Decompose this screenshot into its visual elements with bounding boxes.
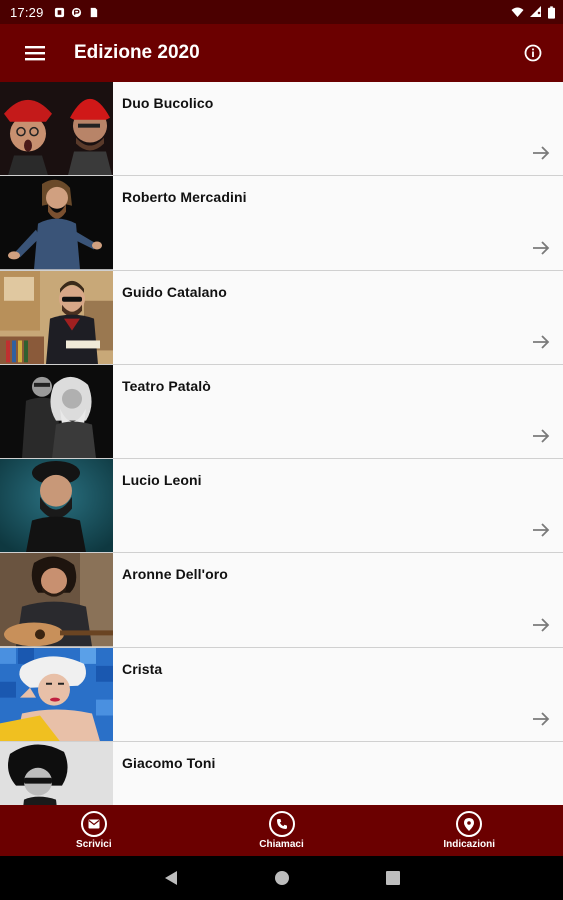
bottom-nav: Scrivici Chiamaci Indicazioni <box>0 805 563 856</box>
status-time: 17:29 <box>10 4 44 20</box>
arrow-right-icon <box>533 618 550 632</box>
recents-icon[interactable] <box>385 871 400 885</box>
arrow-right-icon <box>533 429 550 443</box>
list-item-body: Guido Catalano <box>113 271 563 364</box>
photo-roberto-mercadini <box>0 176 113 270</box>
list-item[interactable]: Lucio Leoni <box>0 459 563 554</box>
app-icon <box>71 7 81 17</box>
menu-button[interactable] <box>0 24 70 82</box>
info-icon <box>524 44 542 62</box>
list-item-body: Lucio Leoni <box>113 459 563 552</box>
arrow-right-icon <box>533 335 550 349</box>
artist-name: Crista <box>122 660 163 677</box>
wifi-icon <box>511 7 524 17</box>
list-item[interactable]: Aronne Dell'oro <box>0 553 563 648</box>
artist-name: Guido Catalano <box>122 283 227 300</box>
hamburger-menu-icon <box>25 46 45 61</box>
photo-duo-bucolico <box>0 82 113 176</box>
list-item[interactable]: Teatro Patalò <box>0 364 563 460</box>
status-left: 17:29 <box>10 5 99 20</box>
nav-label: Indicazioni <box>443 839 496 850</box>
list-item-body: Teatro Patalò <box>113 365 563 458</box>
photo-lucio-leoni <box>0 459 113 553</box>
status-bar: 17:29 <box>0 0 563 24</box>
nav-chiamaci[interactable]: Chiamaci <box>188 805 376 856</box>
list-item[interactable]: Duo Bucolico <box>0 82 563 177</box>
photo-crista <box>0 647 113 742</box>
list-item[interactable]: Giacomo Toni <box>0 742 563 805</box>
arrow-right-icon <box>533 146 550 160</box>
sim-icon <box>90 7 97 17</box>
list-item[interactable]: Roberto Mercadini <box>0 176 563 271</box>
photo-teatro-patalo <box>0 364 113 459</box>
photo-giacomo-toni <box>0 742 113 805</box>
list-item-body: Aronne Dell'oro <box>113 553 563 646</box>
list-item[interactable]: Guido Catalano <box>0 270 563 365</box>
phone-icon <box>268 811 295 837</box>
artist-list[interactable]: Duo Bucolico Roberto Mercadini Guido Cat… <box>0 82 563 805</box>
artist-name: Teatro Patalò <box>122 377 211 394</box>
battery-icon <box>548 5 555 19</box>
status-right <box>511 5 555 19</box>
notification-icon <box>54 7 64 17</box>
list-item-body: Duo Bucolico <box>113 82 563 175</box>
arrow-right-icon <box>533 712 550 726</box>
mail-icon <box>80 811 107 837</box>
photo-guido-catalano <box>0 270 113 364</box>
list-item[interactable]: Crista <box>0 647 563 743</box>
nav-label: Scrivici <box>76 839 112 850</box>
artist-name: Roberto Mercadini <box>122 189 247 206</box>
info-button[interactable] <box>503 24 563 82</box>
back-icon[interactable] <box>164 870 178 886</box>
photo-aronne-delloro <box>0 553 113 647</box>
location-pin-icon <box>456 811 483 837</box>
system-nav-bar <box>0 856 563 900</box>
page-title: Edizione 2020 <box>74 42 200 63</box>
arrow-right-icon <box>533 240 550 255</box>
signal-icon <box>530 6 541 17</box>
artist-name: Lucio Leoni <box>122 472 202 489</box>
home-icon[interactable] <box>274 870 290 886</box>
arrow-right-icon <box>533 523 550 538</box>
list-item-body: Roberto Mercadini <box>113 176 563 269</box>
artist-name: Giacomo Toni <box>122 755 216 772</box>
nav-indicazioni[interactable]: Indicazioni <box>375 805 563 856</box>
artist-name: Duo Bucolico <box>122 95 214 111</box>
list-item-body: Giacomo Toni <box>113 742 563 805</box>
list-item-body: Crista <box>113 648 563 741</box>
nav-scrivici[interactable]: Scrivici <box>0 805 188 856</box>
artist-name: Aronne Dell'oro <box>122 566 228 583</box>
app-bar: Edizione 2020 <box>0 24 563 82</box>
nav-label: Chiamaci <box>259 839 304 850</box>
